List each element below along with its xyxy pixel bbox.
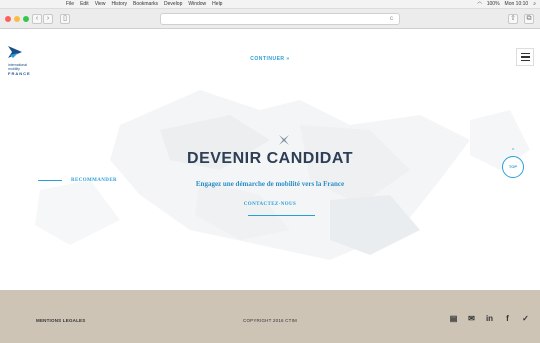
battery-label[interactable]: 100%: [487, 0, 500, 9]
hamburger-bar: [520, 52, 530, 55]
contact-underline: [248, 215, 315, 216]
window-controls: [5, 16, 29, 22]
recommend-label: RECOMMANDER: [71, 178, 118, 183]
search-icon[interactable]: ⌕: [533, 0, 536, 9]
contact-link[interactable]: CONTACTEZ-NOUS: [0, 202, 540, 207]
hero-title: DEVENIR CANDIDAT: [187, 150, 353, 167]
social-links: ▤ ✉ in f ✓: [449, 314, 530, 323]
recommend-line: [38, 180, 62, 181]
menu-button[interactable]: [516, 48, 534, 66]
clock[interactable]: Mon 10:10: [505, 0, 529, 9]
close-window-button[interactable]: [5, 16, 11, 22]
back-to-top-button[interactable]: TOP: [502, 156, 524, 178]
menu-edit[interactable]: Edit: [80, 0, 89, 9]
menu-file[interactable]: File: [66, 0, 74, 9]
chevron-up-icon: ^: [512, 148, 515, 154]
browser-toolbar: ‹ › ▯ c ⇧ ⧉: [0, 9, 540, 29]
status-area: ◠ 100% Mon 10:10 ⌕: [477, 0, 536, 9]
linkedin-icon[interactable]: in: [485, 314, 494, 323]
app-menus: File Edit View History Bookmarks Develop…: [66, 0, 222, 9]
web-page: international mobility FRANCE CONTINUER …: [0, 30, 540, 290]
menu-window[interactable]: Window: [188, 0, 206, 9]
zoom-window-button[interactable]: [23, 16, 29, 22]
rss-icon[interactable]: ▤: [449, 314, 458, 323]
facebook-icon[interactable]: f: [503, 314, 512, 323]
menu-develop[interactable]: Develop: [164, 0, 182, 9]
recommend-link[interactable]: RECOMMANDER: [38, 178, 117, 183]
menu-bookmarks[interactable]: Bookmarks: [133, 0, 158, 9]
continue-link[interactable]: CONTINUER »: [0, 56, 540, 62]
tabs-button[interactable]: ⧉: [524, 14, 534, 24]
chat-icon[interactable]: ✉: [467, 314, 476, 323]
minimize-window-button[interactable]: [14, 16, 20, 22]
address-bar[interactable]: c: [160, 13, 400, 25]
menu-history[interactable]: History: [111, 0, 127, 9]
menu-view[interactable]: View: [95, 0, 106, 9]
forward-button[interactable]: ›: [43, 14, 53, 24]
menu-help[interactable]: Help: [212, 0, 222, 9]
hamburger-bar: [520, 59, 530, 62]
system-menubar: File Edit View History Bookmarks Develop…: [0, 0, 540, 9]
hamburger-bar: [520, 56, 530, 58]
site-footer: MENTIONS LEGALES COPYRIGHT 2016 CTIM ▤ ✉…: [0, 290, 540, 343]
wifi-icon[interactable]: ◠: [477, 0, 481, 9]
twitter-icon[interactable]: ✓: [521, 314, 530, 323]
share-button[interactable]: ⇧: [508, 14, 518, 24]
logo-text-france: FRANCE: [8, 71, 31, 76]
sidebar-toggle-button[interactable]: ▯: [60, 14, 70, 24]
reload-icon[interactable]: c: [390, 16, 393, 22]
back-button[interactable]: ‹: [32, 14, 42, 24]
cross-emblem-icon: [279, 135, 289, 145]
